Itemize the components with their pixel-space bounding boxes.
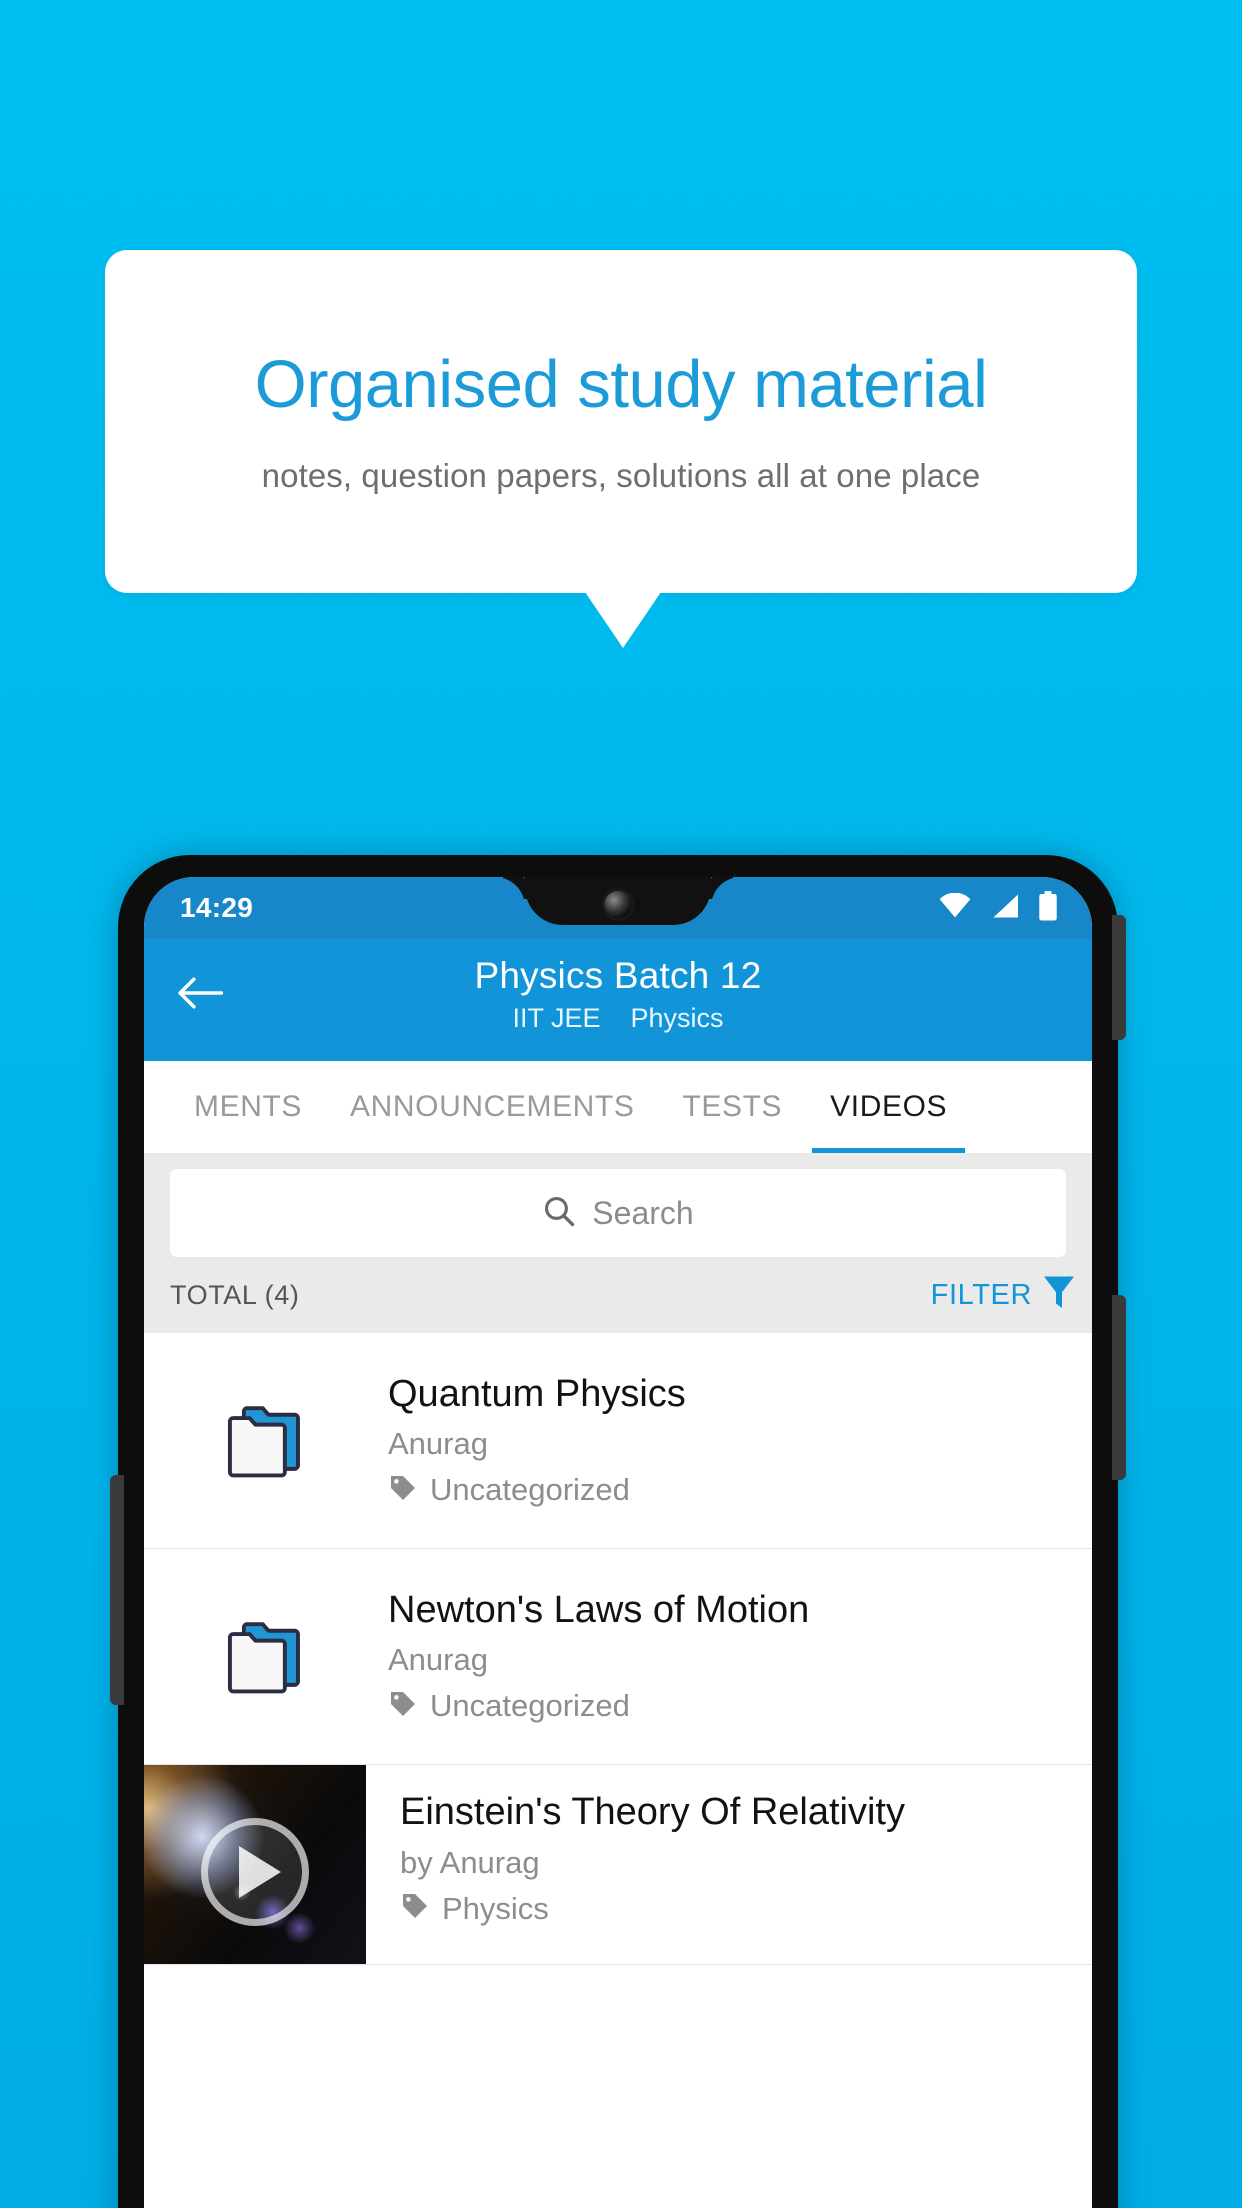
list-item[interactable]: Quantum Physics Anurag Uncategorized <box>144 1333 1092 1549</box>
promo-title: Organised study material <box>254 346 988 422</box>
app-bar-subtitle: IIT JEE Physics <box>512 1003 723 1034</box>
list-item[interactable]: Newton's Laws of Motion Anurag Uncategor… <box>144 1549 1092 1765</box>
promo-card: Organised study material notes, question… <box>105 250 1137 593</box>
status-icons <box>938 890 1058 926</box>
list-item-tag-text: Uncategorized <box>430 1472 630 1508</box>
search-icon <box>542 1194 576 1233</box>
tab-assignments[interactable]: MENTS <box>170 1061 326 1153</box>
phone-side-button-right-top[interactable] <box>1112 915 1126 1040</box>
wifi-icon <box>938 892 972 924</box>
search-placeholder: Search <box>592 1194 694 1231</box>
battery-icon <box>1038 890 1058 926</box>
back-arrow-icon[interactable] <box>172 965 228 1021</box>
front-camera-icon <box>604 891 632 918</box>
page-title: Physics Batch 12 <box>474 955 762 996</box>
content-list: Quantum Physics Anurag Uncategorized New… <box>144 1333 1092 1965</box>
list-item-tag: Physics <box>400 1891 1072 1927</box>
filter-label: FILTER <box>930 1278 1032 1311</box>
list-item-tag: Uncategorized <box>388 1472 1072 1508</box>
folder-icon <box>144 1400 388 1482</box>
phone-mockup: 14:29 Physics Batch 12 IIT JEE Physics M… <box>110 855 1126 2208</box>
phone-side-button-right-bottom[interactable] <box>1112 1295 1126 1480</box>
app-bar: Physics Batch 12 IIT JEE Physics <box>144 939 1092 1061</box>
filter-button[interactable]: FILTER <box>931 1275 1076 1316</box>
list-item-body: Quantum Physics Anurag Uncategorized <box>388 1373 1092 1509</box>
total-filter-row: TOTAL (4) FILTER <box>144 1257 1092 1333</box>
list-item-body: Newton's Laws of Motion Anurag Uncategor… <box>388 1589 1092 1725</box>
list-item[interactable]: Einstein's Theory Of Relativity by Anura… <box>144 1765 1092 1965</box>
play-icon[interactable] <box>201 1818 309 1927</box>
phone-screen: 14:29 Physics Batch 12 IIT JEE Physics M… <box>144 877 1092 2208</box>
list-item-tag: Uncategorized <box>388 1688 1072 1724</box>
list-item-title: Quantum Physics <box>388 1372 686 1415</box>
search-input[interactable]: Search <box>170 1169 1066 1257</box>
tab-videos[interactable]: VIDEOS <box>806 1061 971 1153</box>
list-item-tag-text: Uncategorized <box>430 1688 630 1724</box>
total-count-label: TOTAL (4) <box>170 1279 300 1310</box>
tag-icon <box>388 1473 418 1508</box>
tag-icon <box>400 1891 430 1926</box>
filter-funnel-icon <box>1042 1275 1076 1316</box>
tab-announcements[interactable]: ANNOUNCEMENTS <box>326 1061 658 1153</box>
tag-icon <box>388 1689 418 1724</box>
phone-side-button-left[interactable] <box>110 1475 124 1705</box>
search-zone: Search <box>144 1153 1092 1257</box>
promo-subtitle: notes, question papers, solutions all at… <box>261 457 981 495</box>
tab-tests[interactable]: TESTS <box>658 1061 806 1153</box>
status-bar: 14:29 <box>144 877 1092 939</box>
subtitle-subject: Physics <box>630 1003 724 1033</box>
speech-bubble-tail <box>585 592 661 648</box>
list-item-tag-text: Physics <box>442 1890 549 1926</box>
app-bar-titles: Physics Batch 12 IIT JEE Physics <box>144 951 1092 1034</box>
list-item-title: Newton's Laws of Motion <box>388 1588 810 1631</box>
list-item-title: Einstein's Theory Of Relativity <box>400 1791 905 1833</box>
list-item-author: by Anurag <box>400 1844 540 1880</box>
status-time: 14:29 <box>180 892 254 923</box>
folder-icon <box>144 1616 388 1698</box>
signal-icon <box>990 893 1020 924</box>
list-item-author: Anurag <box>388 1642 488 1678</box>
list-item-author: Anurag <box>388 1426 488 1462</box>
list-item-body: Einstein's Theory Of Relativity by Anura… <box>366 1765 1092 1964</box>
camera-notch <box>525 877 711 925</box>
video-thumbnail[interactable] <box>144 1765 366 1964</box>
subtitle-exam: IIT JEE <box>512 1003 601 1033</box>
tab-bar: MENTS ANNOUNCEMENTS TESTS VIDEOS <box>144 1061 1092 1153</box>
